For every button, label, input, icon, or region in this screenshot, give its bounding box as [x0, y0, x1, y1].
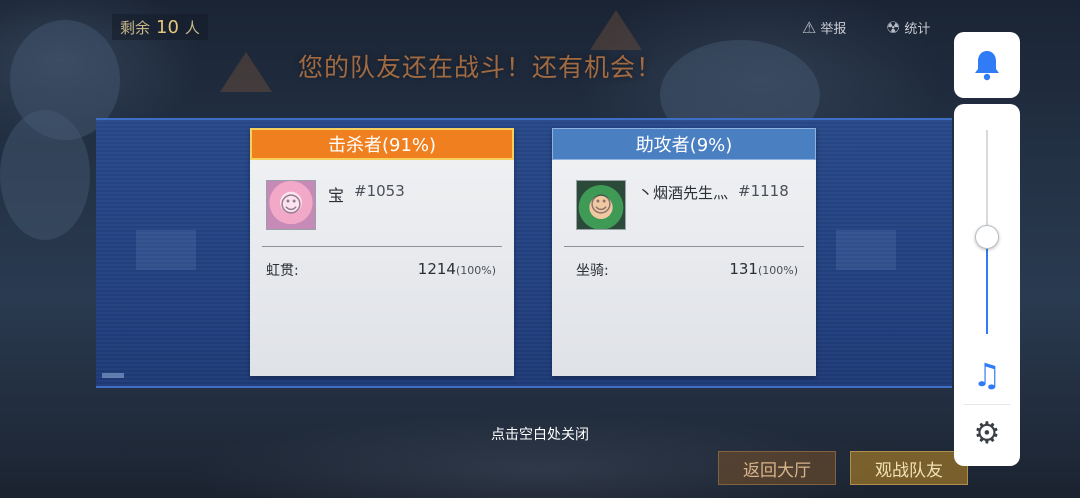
music-note-icon[interactable]: ♫ — [954, 356, 1020, 394]
assist-player: ☺ 丶烟酒先生灬 #1118 — [576, 180, 789, 230]
assist-name: 丶烟酒先生灬 — [638, 184, 729, 202]
spectate-teammate-button[interactable]: 观战队友 — [850, 451, 968, 485]
stats-button[interactable]: ☢ 统计 — [886, 18, 930, 37]
killer-card: 击杀者(91%) ☺ 宝 #1053 虹贯: 1214(100%) — [250, 128, 514, 376]
notification-toggle[interactable] — [954, 32, 1020, 98]
remaining-suffix: 人 — [184, 18, 200, 37]
killer-damage-value: 1214(100%) — [418, 260, 496, 278]
remaining-prefix: 剩余 — [120, 18, 151, 37]
gear-icon[interactable]: ⚙ — [954, 416, 1020, 451]
assist-avatar[interactable]: ☺ — [576, 180, 626, 230]
radiation-icon: ☢ — [886, 18, 901, 37]
killer-avatar[interactable]: ☺ — [266, 180, 316, 230]
killer-damage-number: 1214 — [417, 260, 456, 278]
side-control-panel: ♫ ⚙ — [954, 104, 1020, 466]
warning-icon: ⚠ — [802, 18, 817, 37]
panel-marker — [102, 373, 124, 378]
close-hint[interactable]: 点击空白处关闭 — [0, 424, 1080, 444]
assist-damage-value: 131(100%) — [729, 260, 798, 278]
widget-divider — [964, 404, 1010, 405]
assist-damage-number: 131 — [729, 260, 758, 278]
killer-name: 宝 — [328, 186, 345, 205]
assist-id: #1118 — [738, 182, 789, 200]
bell-icon — [975, 51, 999, 81]
card-divider — [564, 246, 804, 247]
stats-label: 统计 — [904, 22, 931, 37]
headline-message: 您的队友还在战斗！还有机会！ — [297, 53, 662, 82]
assist-damage-pct: (100%) — [757, 264, 798, 277]
avatar-face-icon: ☺ — [279, 192, 303, 218]
report-button[interactable]: ⚠ 举报 — [802, 18, 846, 37]
report-label: 举报 — [820, 22, 847, 37]
killer-damage-pct: (100%) — [455, 264, 496, 277]
killer-id: #1053 — [354, 182, 405, 200]
assist-card-title: 助攻者(9%) — [552, 128, 816, 160]
killer-card-title: 击杀者(91%) — [250, 128, 514, 160]
killer-weapon-label: 虹贯: — [266, 263, 299, 279]
card-divider — [262, 246, 502, 247]
players-remaining: 剩余 10 人 — [112, 14, 208, 40]
killer-player: ☺ 宝 #1053 — [266, 180, 405, 230]
results-panel — [96, 118, 952, 388]
assist-card: 助攻者(9%) ☺ 丶烟酒先生灬 #1118 坐骑: 131(100%) — [552, 128, 816, 376]
volume-slider-knob[interactable] — [975, 225, 999, 250]
avatar-face-icon: ☺ — [589, 192, 613, 218]
back-to-lobby-button[interactable]: 返回大厅 — [718, 451, 836, 485]
volume-slider-fill — [986, 236, 988, 334]
remaining-count: 10 — [156, 16, 179, 38]
assist-weapon-label: 坐骑: — [576, 263, 609, 279]
